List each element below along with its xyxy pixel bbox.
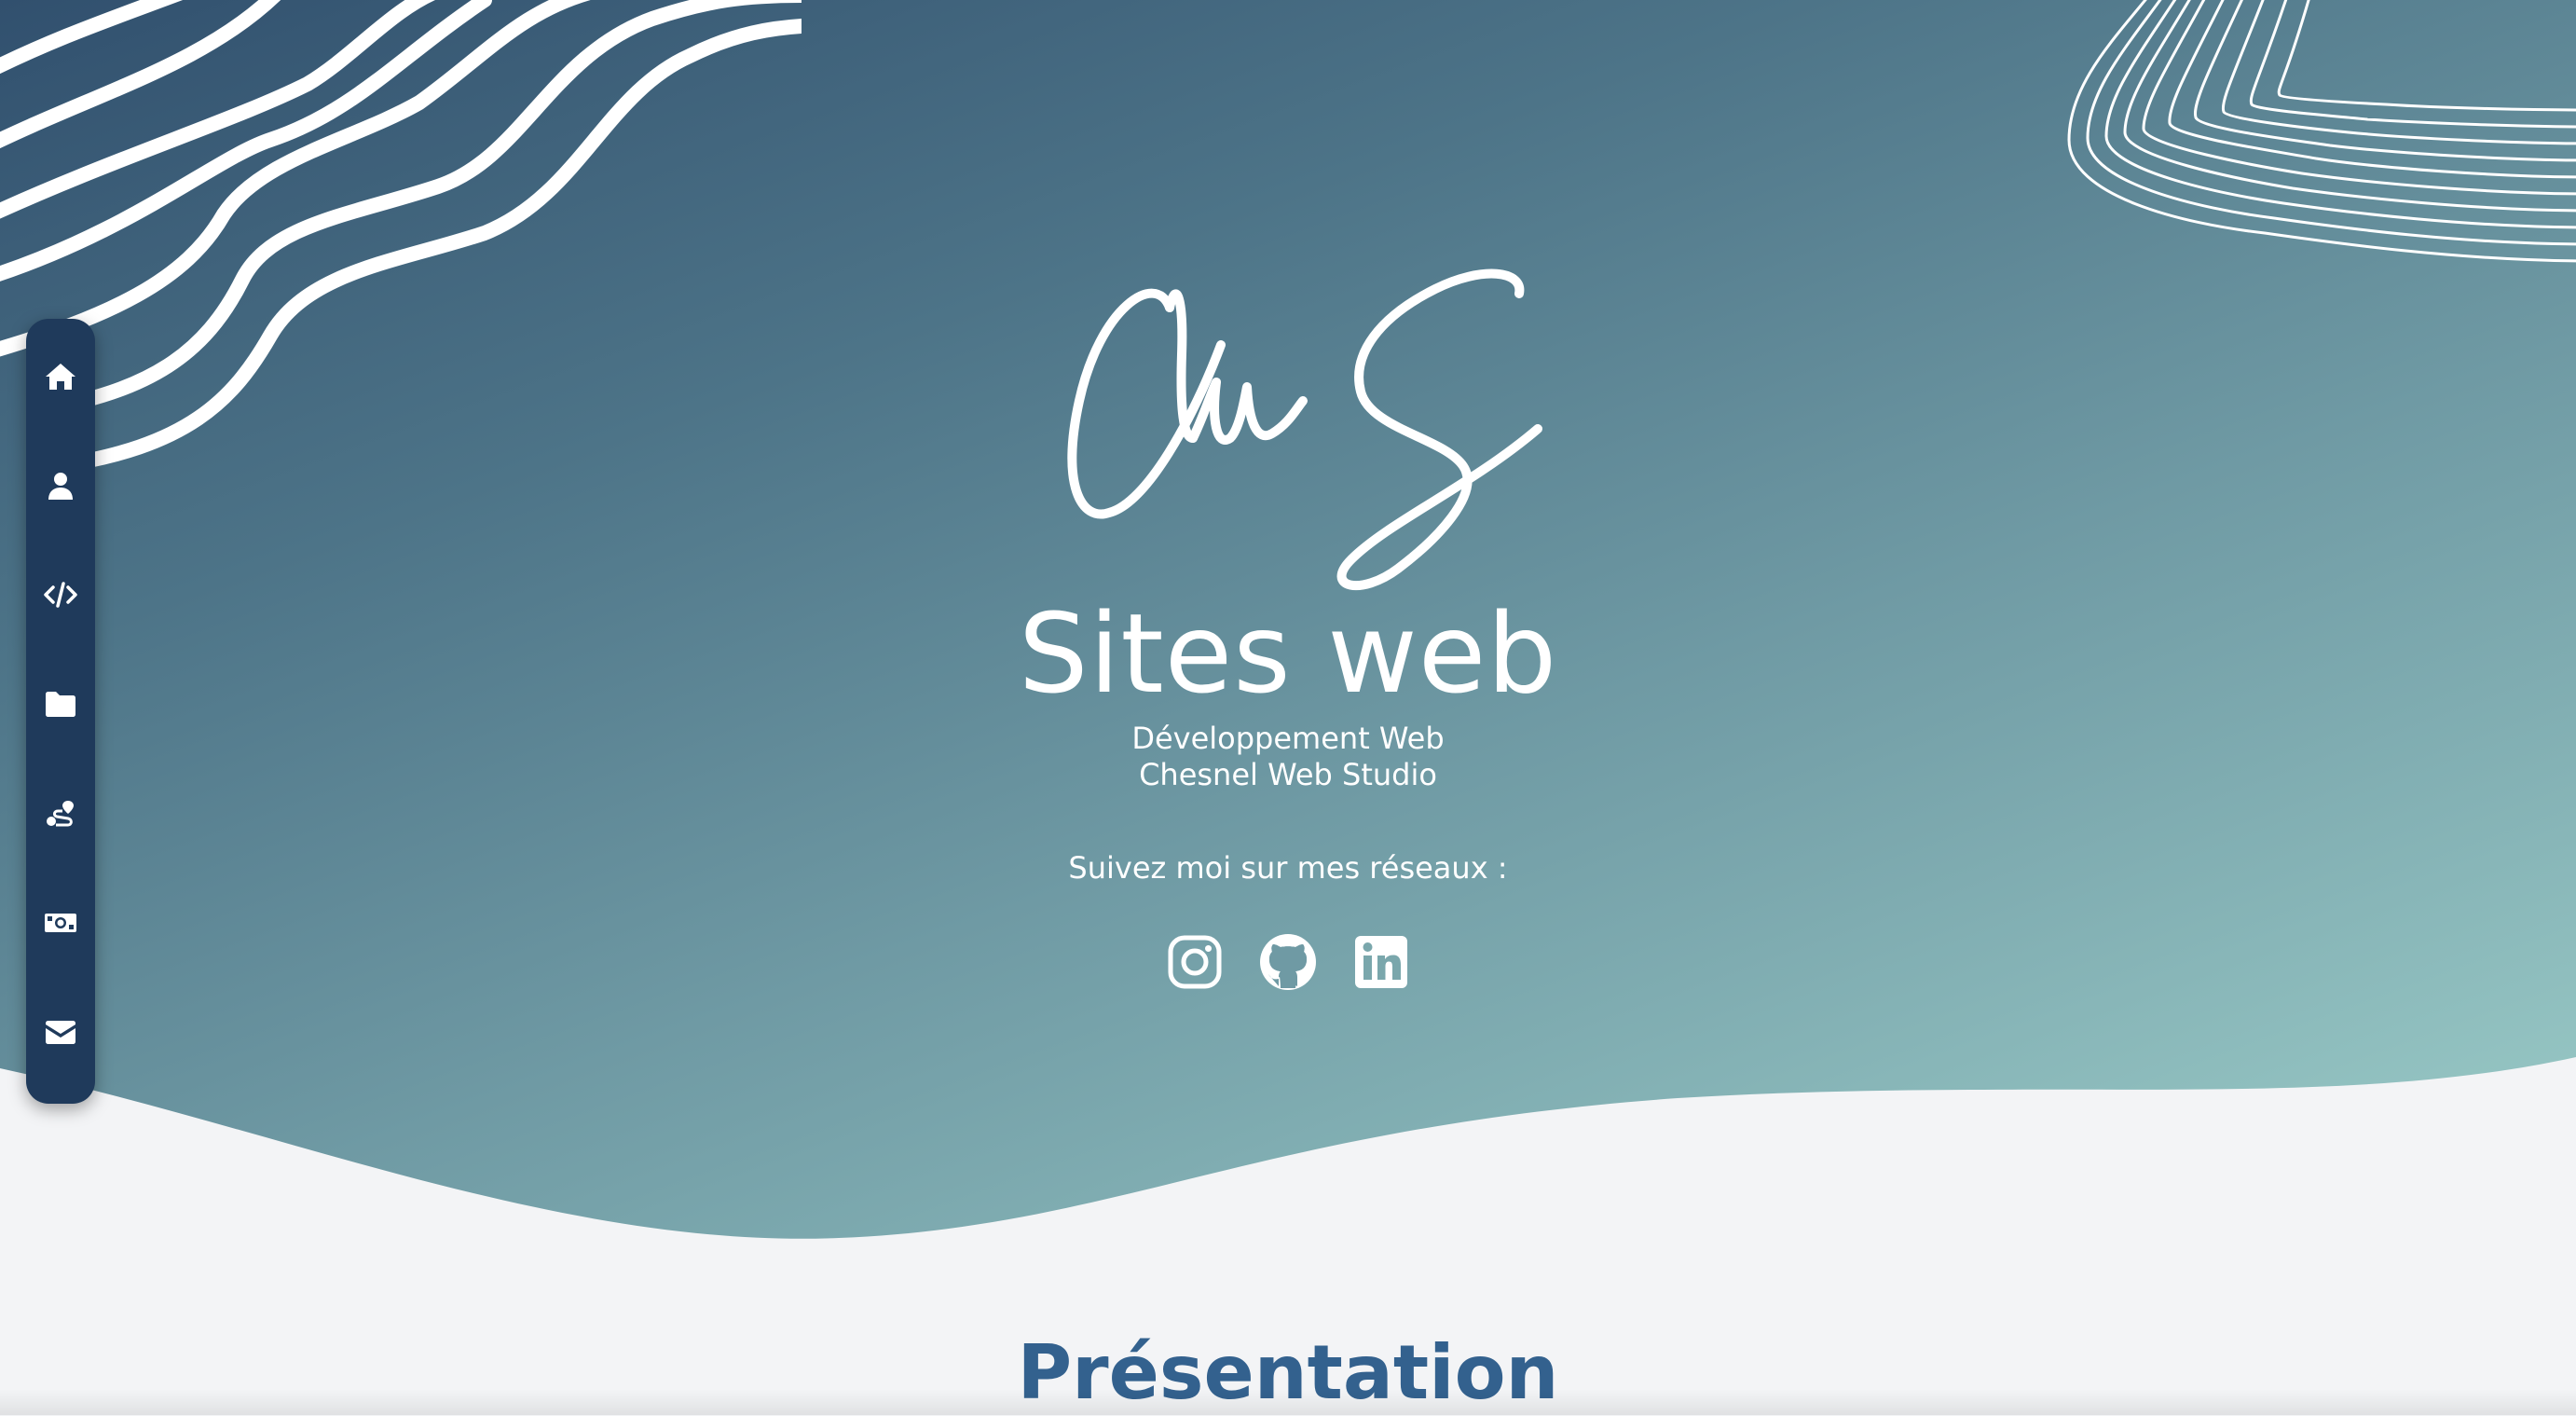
sidebar-nav [26,319,95,1104]
nav-about[interactable] [26,448,95,557]
subtitle-studio: Chesnel Web Studio [1139,757,1437,792]
linkedin-icon [1355,936,1407,988]
folder-icon [46,692,75,718]
nav-journey[interactable] [26,777,95,886]
instagram-link[interactable] [1165,932,1225,992]
decorative-contours-top-right [2067,0,2576,263]
hero-section: Sites web Développement Web Chesnel Web … [0,0,2576,1268]
nav-contact[interactable] [26,995,95,1104]
bottom-wave [0,1057,2576,1268]
nav-skills[interactable] [26,557,95,667]
decorative-waves-top-left [0,0,802,474]
brand-title: Sites web [1018,589,1558,718]
social-links [1165,932,1411,994]
user-icon [48,473,73,501]
subtitle-role: Développement Web [1131,721,1445,756]
cws-logo [1067,268,1542,591]
follow-text: Suivez moi sur mes réseaux : [1068,850,1508,886]
section-divider-shadow [0,1389,2576,1415]
code-icon [44,582,77,609]
nav-pricing[interactable] [26,886,95,995]
nav-home[interactable] [26,339,95,448]
instagram-icon [1168,935,1222,989]
github-link[interactable] [1258,932,1318,992]
nav-projects[interactable] [26,667,95,776]
home-icon [46,364,75,390]
route-icon [47,800,74,827]
envelope-icon [46,1020,75,1044]
github-icon [1260,934,1316,990]
linkedin-link[interactable] [1351,932,1411,992]
money-icon [45,913,76,932]
